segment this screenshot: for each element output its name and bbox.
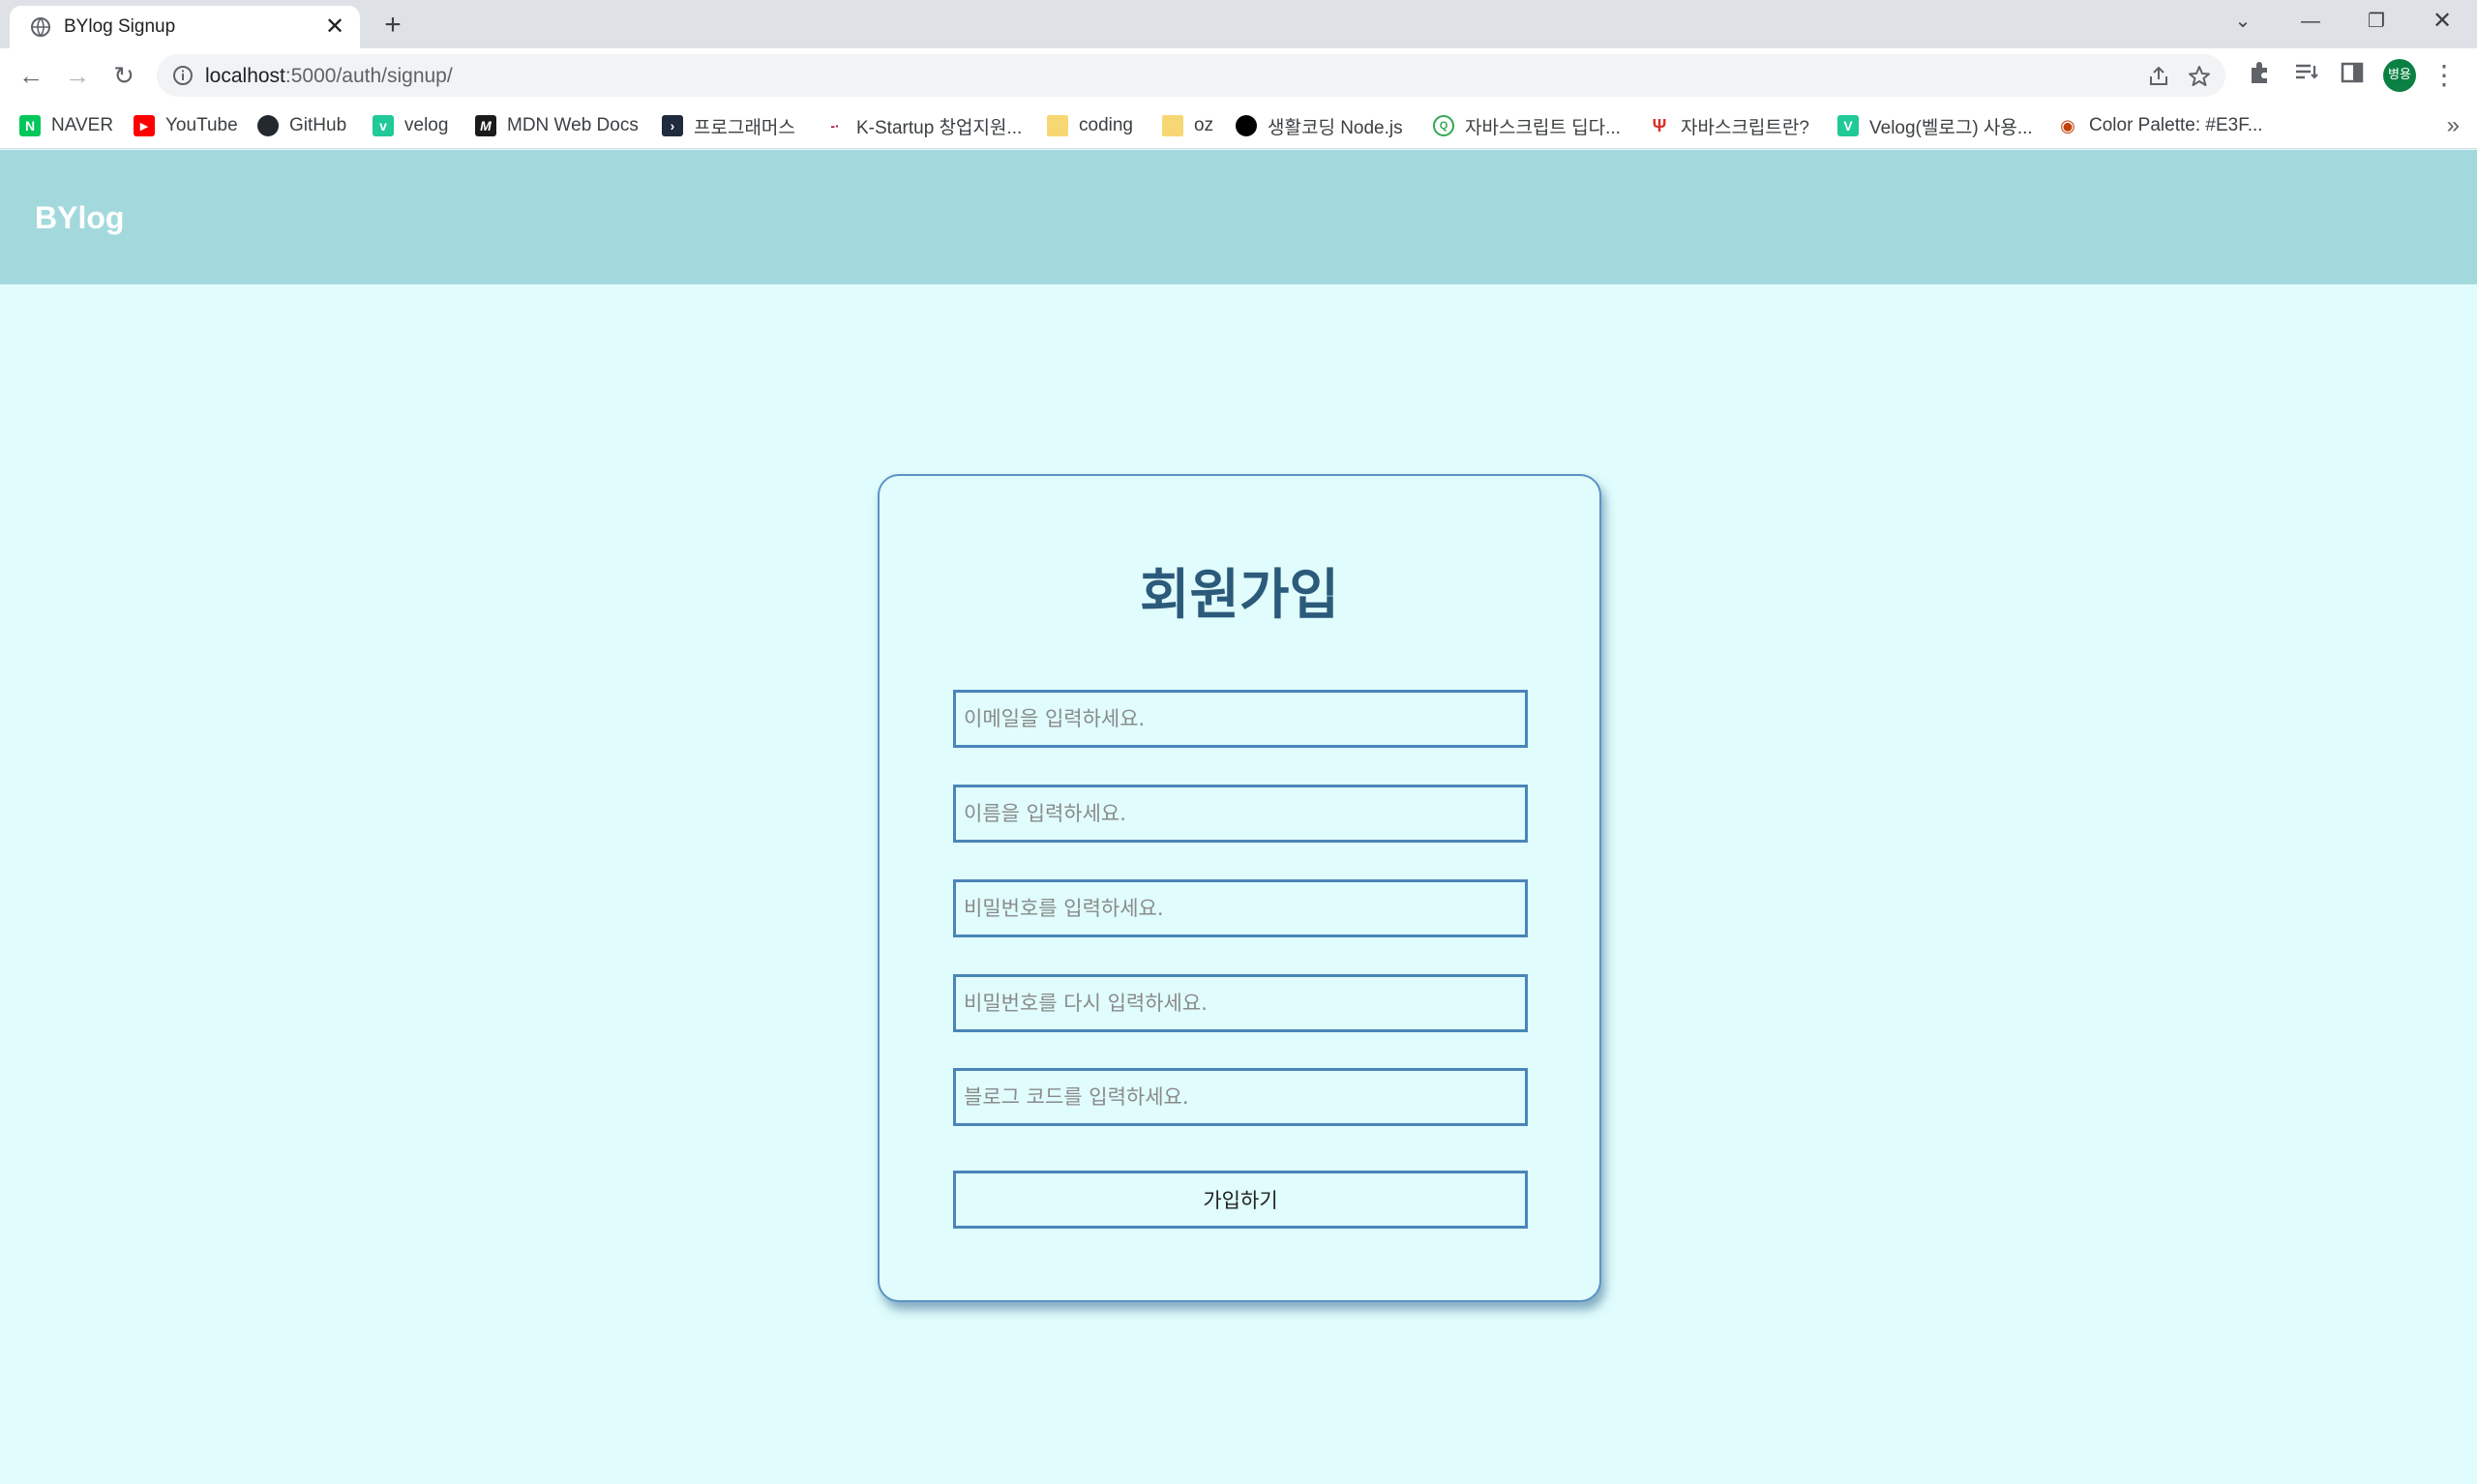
globe-icon: [31, 17, 50, 37]
youtube-icon: ▶: [134, 115, 155, 136]
password-confirm-field[interactable]: [953, 974, 1528, 1032]
side-panel-icon[interactable]: [2338, 58, 2367, 87]
tab-search-icon[interactable]: ⌄: [2210, 0, 2276, 43]
bookmark-star-icon[interactable]: [2187, 64, 2212, 89]
url-text: localhost:5000/auth/signup/: [205, 65, 453, 87]
bookmark-js-deepdive[interactable]: Q 자바스크립트 딥다...: [1433, 111, 1621, 140]
password-field[interactable]: [953, 879, 1528, 937]
reload-button[interactable]: ↻: [106, 58, 141, 93]
bookmark-mdn[interactable]: M MDN Web Docs: [475, 111, 639, 140]
reading-list-icon[interactable]: [2291, 58, 2320, 87]
bookmark-color-palette[interactable]: ◉ Color Palette: #E3F...: [2057, 111, 2263, 140]
new-tab-button[interactable]: +: [375, 8, 410, 43]
github-icon: [257, 115, 279, 136]
page-title: 회원가입: [1139, 564, 1340, 627]
bookmark-folder-coding[interactable]: coding: [1047, 111, 1133, 140]
bookmark-k-startup[interactable]: -· K-Startup 창업지원...: [824, 111, 1022, 140]
browser-toolbar: ← → ↻ localhost:5000/auth/signup/ 병용 ⋮: [0, 48, 2477, 103]
tab-title: BYlog Signup: [64, 16, 176, 37]
close-tab-icon[interactable]: ✕: [319, 12, 350, 43]
name-field[interactable]: [953, 785, 1528, 843]
close-window-button[interactable]: ✕: [2409, 0, 2475, 43]
bookmark-opentutorials[interactable]: 생활코딩 Node.js: [1236, 111, 1403, 140]
search-site-icon: Q: [1433, 115, 1454, 136]
mdn-icon: M: [475, 115, 496, 136]
email-field[interactable]: [953, 690, 1528, 748]
k-startup-icon: -·: [824, 115, 846, 136]
bookmark-folder-oz[interactable]: oz: [1162, 111, 1213, 140]
bookmark-naver[interactable]: N NAVER: [19, 111, 113, 140]
velog-icon: v: [373, 115, 394, 136]
bookmark-velog[interactable]: v velog: [373, 111, 448, 140]
bookmark-github[interactable]: GitHub: [257, 111, 346, 140]
bookmarks-bar: N NAVER ▶ YouTube GitHub v velog M MDN W…: [0, 103, 2477, 149]
restore-button[interactable]: ❐: [2343, 0, 2409, 43]
bookmark-velog-usage[interactable]: V Velog(벨로그) 사용...: [1837, 111, 2033, 140]
forward-button[interactable]: →: [60, 58, 95, 93]
profile-avatar[interactable]: 병용: [2383, 59, 2416, 92]
folder-icon: [1047, 115, 1068, 136]
site-info-icon[interactable]: [172, 65, 194, 86]
more-bookmarks-icon[interactable]: »: [2447, 112, 2460, 139]
folder-icon: [1162, 115, 1183, 136]
signup-button[interactable]: 가입하기: [953, 1171, 1528, 1229]
tower-icon: Ψ: [1649, 115, 1670, 136]
share-icon[interactable]: [2146, 64, 2171, 89]
naver-icon: N: [19, 115, 41, 136]
bookmark-programmers[interactable]: › 프로그래머스: [662, 111, 795, 140]
minimize-button[interactable]: —: [2278, 0, 2343, 43]
site-logo[interactable]: BYlog: [35, 200, 124, 236]
browser-tab[interactable]: BYlog Signup ✕: [10, 6, 360, 48]
programmers-icon: ›: [662, 115, 683, 136]
velog-icon: V: [1837, 115, 1859, 136]
site-header: BYlog: [0, 150, 2477, 284]
palette-icon: ◉: [2057, 115, 2078, 136]
back-button[interactable]: ←: [14, 58, 48, 93]
menu-kebab-icon[interactable]: ⋮: [2427, 58, 2462, 93]
opentutorials-icon: [1236, 115, 1257, 136]
blog-code-field[interactable]: [953, 1068, 1528, 1126]
extensions-icon[interactable]: [2246, 58, 2275, 87]
bookmark-what-is-js[interactable]: Ψ 자바스크립트란?: [1649, 111, 1809, 140]
bookmark-youtube[interactable]: ▶ YouTube: [134, 111, 238, 140]
tab-strip: BYlog Signup ✕ + ⌄ — ❐ ✕: [0, 0, 2477, 48]
signup-form: 회원가입 가입하기: [878, 474, 1601, 1302]
address-bar[interactable]: localhost:5000/auth/signup/: [157, 54, 2225, 97]
